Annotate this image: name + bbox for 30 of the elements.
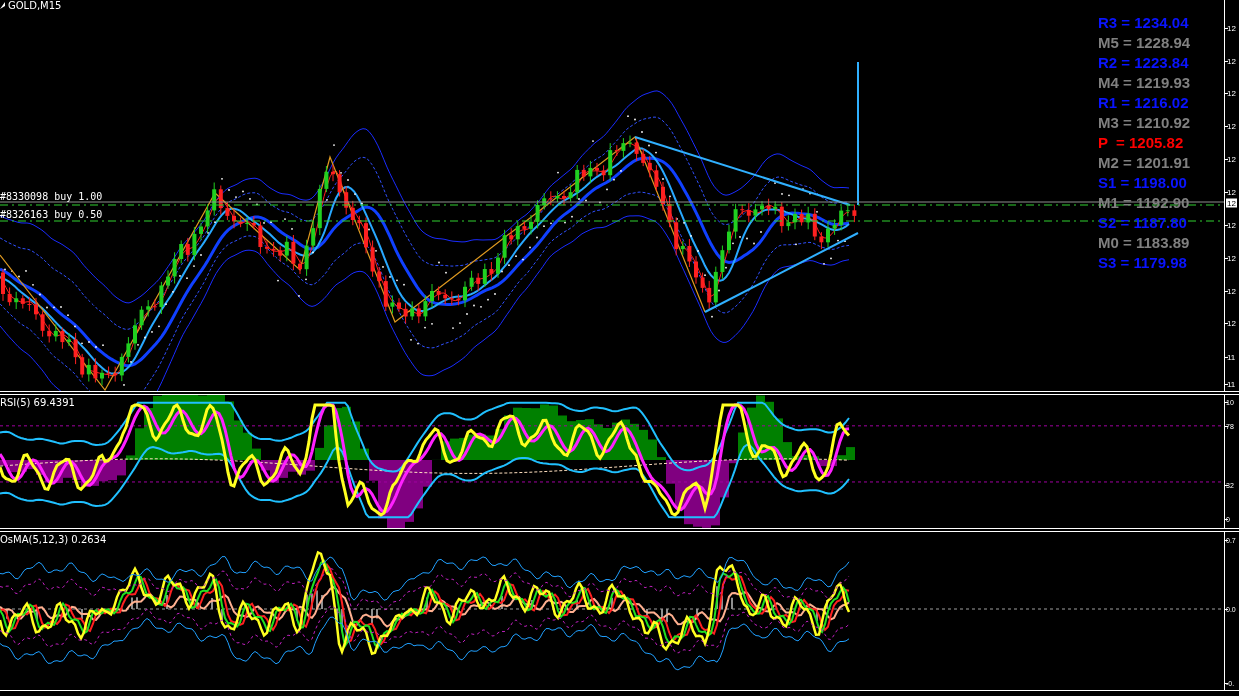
- axis-label: 12: [1226, 253, 1236, 263]
- pivot-level-label: M0 = 1183.89: [1098, 233, 1191, 253]
- axis-label: 11: [1226, 379, 1236, 389]
- osma-title: OsMA(5,12,3) 0.2634: [0, 534, 107, 545]
- pivot-level-label: P = 1205.82: [1098, 133, 1185, 153]
- pivot-level-label: S2 = 1187.80: [1098, 213, 1188, 233]
- axis-label: 12: [1226, 187, 1236, 197]
- order-label: #8330098 buy 1.00: [0, 191, 103, 202]
- current-price-tag: 12: [1226, 198, 1237, 208]
- pivot-level-label: R2 = 1223.84: [1098, 53, 1190, 73]
- pivot-level-label: M5 = 1228.94: [1098, 33, 1191, 53]
- axis-label: 11: [1226, 352, 1236, 362]
- axis-label: 12: [1226, 121, 1236, 131]
- pivot-level-label: M2 = 1201.91: [1098, 153, 1191, 173]
- axis-label: 12: [1226, 56, 1236, 66]
- rsi-title: RSI(5) 69.4391: [0, 397, 75, 408]
- pivot-level-label: S3 = 1179.98: [1098, 253, 1188, 273]
- pivot-level-label: R3 = 1234.04: [1098, 13, 1190, 33]
- chart-title: GOLD,M15: [8, 0, 62, 11]
- axis-label: 12: [1226, 220, 1236, 230]
- axis-label: 12: [1226, 88, 1236, 98]
- pivot-level-label: M3 = 1210.92: [1098, 113, 1191, 133]
- axis-label: 12: [1226, 286, 1236, 296]
- axis-label: 12: [1226, 154, 1236, 164]
- pivot-level-label: M4 = 1219.93: [1098, 73, 1191, 93]
- pivot-level-label: S1 = 1198.00: [1098, 173, 1188, 193]
- pivot-level-label: R1 = 1216.02: [1098, 93, 1190, 113]
- order-label: #8326163 buy 0.50: [0, 209, 103, 220]
- axis-label: 12: [1226, 318, 1236, 328]
- axis-label: 12: [1226, 23, 1236, 33]
